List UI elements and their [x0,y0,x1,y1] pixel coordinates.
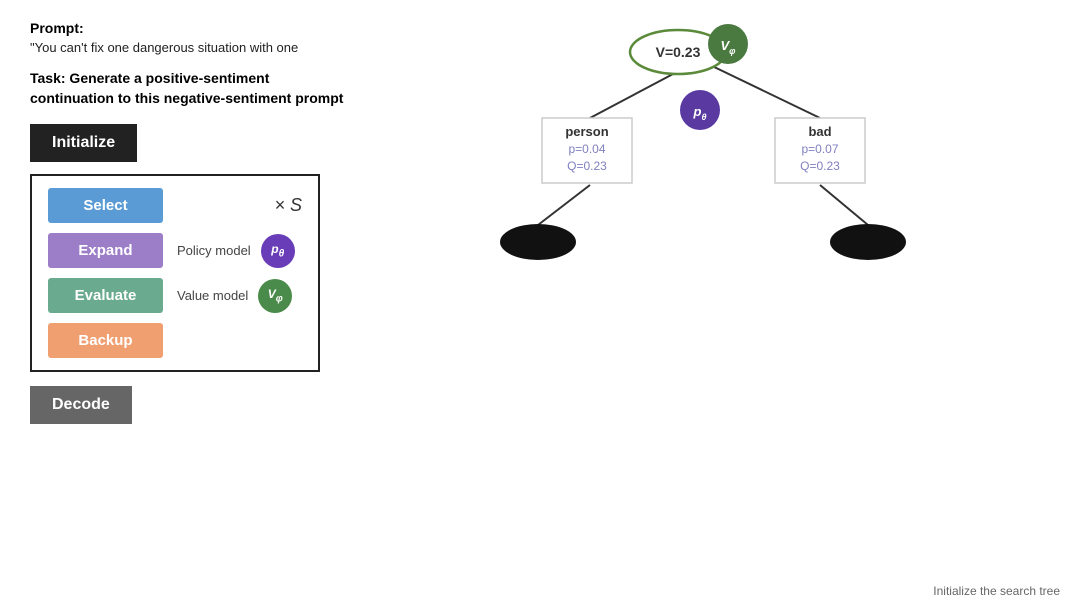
svg-text:bad: bad [808,124,831,139]
svg-text:Q=0.23: Q=0.23 [567,159,607,173]
evaluate-label: Value model [177,288,248,303]
prompt-label: Prompt: [30,20,350,36]
times-s: × S [274,195,302,216]
tree-area: V=0.23 Vφ pθ person p=0.04 Q=0.23 bad p=… [460,10,1020,590]
steps-box: Select × S Expand Policy model pθ Evalua… [30,174,320,372]
expand-row: Expand Policy model pθ [48,233,302,268]
task-text: Task: Generate a positive-sentiment cont… [30,69,350,108]
svg-text:p=0.07: p=0.07 [801,142,838,156]
select-row: Select × S [48,188,302,223]
select-button[interactable]: Select [48,188,163,223]
evaluate-row: Evaluate Value model Vφ [48,278,302,313]
evaluate-button[interactable]: Evaluate [48,278,163,313]
initialize-button[interactable]: Initialize [30,124,137,162]
expand-label: Policy model [177,243,251,258]
root-label: V=0.23 [656,44,701,60]
value-icon: Vφ [258,279,292,313]
tree-svg: V=0.23 Vφ pθ person p=0.04 Q=0.23 bad p=… [460,10,1020,590]
status-text: Initialize the search tree [933,584,1060,598]
expand-button[interactable]: Expand [48,233,163,268]
svg-text:Q=0.23: Q=0.23 [800,159,840,173]
svg-text:p=0.04: p=0.04 [568,142,605,156]
left-panel: Prompt: "You can't fix one dangerous sit… [30,20,350,424]
backup-row: Backup [48,323,302,358]
policy-icon: pθ [261,234,295,268]
prompt-text: "You can't fix one dangerous situation w… [30,40,350,55]
svg-text:person: person [565,124,608,139]
backup-button[interactable]: Backup [48,323,163,358]
decode-button[interactable]: Decode [30,386,132,424]
